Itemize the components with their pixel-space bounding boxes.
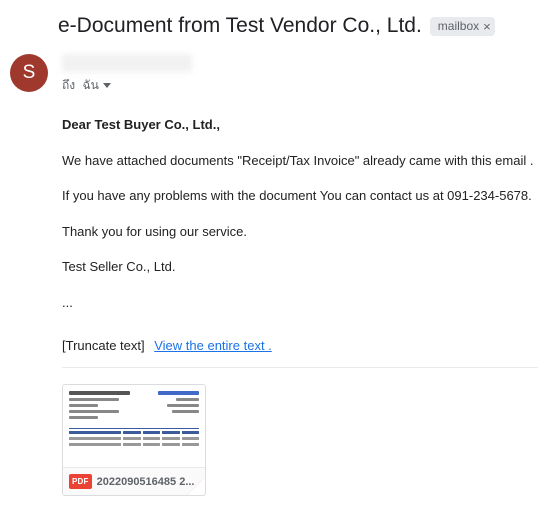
sender-name-redacted <box>62 54 192 72</box>
attachment-card[interactable]: PDF 2022090516485 2... <box>62 384 206 496</box>
recipient-dropdown[interactable]: ถึง ฉัน <box>62 76 530 95</box>
to-prefix: ถึง <box>62 76 75 95</box>
attachments-section: PDF 2022090516485 2... <box>62 367 538 496</box>
avatar-initial: S <box>23 62 36 84</box>
chevron-down-icon <box>103 83 111 88</box>
attachment-preview <box>63 385 205 467</box>
to-recipient: ฉัน <box>82 76 98 95</box>
view-entire-text-link[interactable]: View the entire text . <box>154 338 272 353</box>
fold-corner-accent <box>187 477 205 495</box>
label-text: mailbox <box>438 19 479 33</box>
body-ellipsis: ... <box>62 293 538 313</box>
truncate-label: [Truncate text] <box>62 338 145 353</box>
body-paragraph-3: Thank you for using our service. <box>62 222 538 242</box>
sender-avatar[interactable]: S <box>10 54 48 92</box>
body-paragraph-4: Test Seller Co., Ltd. <box>62 257 538 277</box>
mailbox-label-chip[interactable]: mailbox × <box>430 17 495 36</box>
greeting-line: Dear Test Buyer Co., Ltd., <box>62 115 538 135</box>
email-subject: e-Document from Test Vendor Co., Ltd. <box>58 14 422 38</box>
body-paragraph-2: If you have any problems with the docume… <box>62 186 538 206</box>
body-paragraph-1: We have attached documents "Receipt/Tax … <box>62 151 538 171</box>
attachment-filename: 2022090516485 2... <box>97 476 199 488</box>
remove-label-icon[interactable]: × <box>483 19 491 34</box>
pdf-icon: PDF <box>69 474 92 489</box>
email-body: Dear Test Buyer Co., Ltd., We have attac… <box>0 95 546 338</box>
